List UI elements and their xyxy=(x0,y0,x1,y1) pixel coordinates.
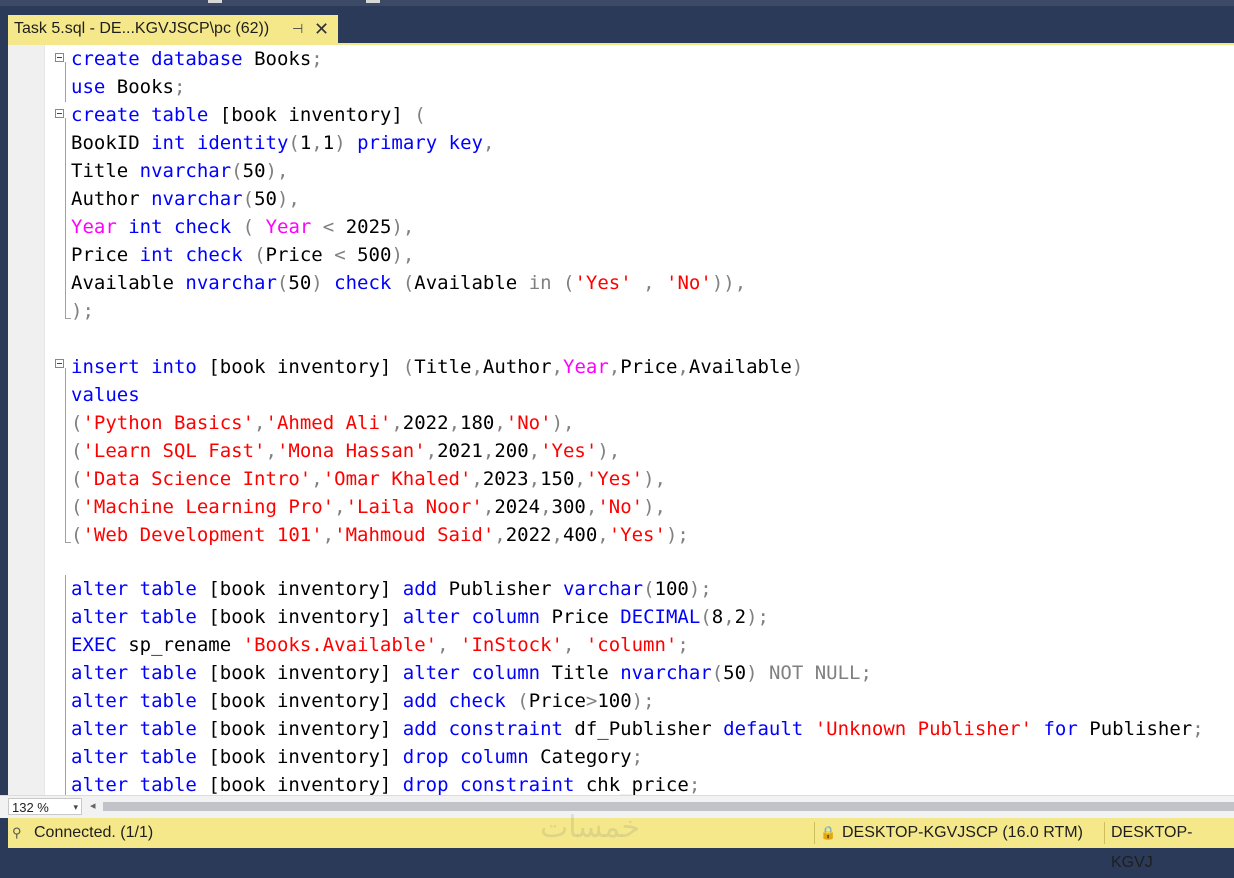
collapse-icon[interactable] xyxy=(55,53,64,62)
horizontal-scrollbar-thumb[interactable] xyxy=(103,802,1234,811)
tab-task5-sql[interactable]: Task 5.sql - DE...KGVJSCP\pc (62)) ⊣ ✕ xyxy=(8,15,338,43)
code-line: create table [book inventory] ( xyxy=(71,104,426,126)
code-line: ('Learn SQL Fast','Mona Hassan',2021,200… xyxy=(71,440,621,462)
pin-icon[interactable]: ⊣ xyxy=(292,15,303,43)
strip-mark xyxy=(208,0,222,3)
outline-line xyxy=(65,575,66,795)
code-line: ('Web Development 101','Mahmoud Said',20… xyxy=(71,524,689,546)
code-line: Price int check (Price < 500), xyxy=(71,244,415,266)
code-line: alter table [book inventory] add Publish… xyxy=(71,578,712,600)
sql-editor[interactable]: create database Books; use Books; create… xyxy=(8,45,1234,795)
outline-line xyxy=(65,62,66,102)
code-line: values xyxy=(71,384,140,406)
code-line: alter table [book inventory] alter colum… xyxy=(71,606,769,628)
code-line: BookID int identity(1,1) primary key, xyxy=(71,132,495,154)
code-line: alter table [book inventory] alter colum… xyxy=(71,662,872,684)
code-line: alter table [book inventory] drop constr… xyxy=(71,774,701,795)
scroll-left-icon[interactable]: ◂ xyxy=(90,799,96,812)
code-line: ); xyxy=(71,300,94,322)
zoom-select[interactable]: 132 % ▾ xyxy=(8,798,82,815)
window-bottom-strip xyxy=(0,848,1234,855)
code-line: ('Machine Learning Pro','Laila Noor',202… xyxy=(71,496,666,518)
code-line: Year int check ( Year < 2025), xyxy=(71,216,415,238)
code-line: alter table [book inventory] add constra… xyxy=(71,718,1204,740)
zoom-value: 132 % xyxy=(12,800,49,815)
connected-icon: ⚲ xyxy=(12,825,22,840)
editor-gutter xyxy=(8,45,45,795)
code-line: create database Books; xyxy=(71,48,323,70)
chevron-down-icon[interactable]: ▾ xyxy=(73,799,78,816)
code-line: alter table [book inventory] add check (… xyxy=(71,690,655,712)
connection-status: Connected. (1/1) xyxy=(34,824,154,841)
code-line: Title nvarchar(50), xyxy=(71,160,289,182)
lock-icon: 🔒 xyxy=(820,825,837,840)
code-text[interactable]: create database Books; use Books; create… xyxy=(71,45,1204,795)
status-separator xyxy=(1104,822,1105,844)
outline-line xyxy=(65,368,66,542)
code-line: Available nvarchar(50) check (Available … xyxy=(71,272,747,294)
code-line: insert into [book inventory] (Title,Auth… xyxy=(71,356,804,378)
code-line: EXEC sp_rename 'Books.Available', 'InSto… xyxy=(71,634,689,656)
collapse-icon[interactable] xyxy=(55,109,64,118)
code-line: alter table [book inventory] drop column… xyxy=(71,746,644,768)
watermark: خمسات xyxy=(540,810,641,845)
code-line: Author nvarchar(50), xyxy=(71,188,300,210)
code-line: use Books; xyxy=(71,76,186,98)
collapse-icon[interactable] xyxy=(55,359,64,368)
code-line: ('Python Basics','Ahmed Ali',2022,180,'N… xyxy=(71,412,575,434)
close-icon[interactable]: ✕ xyxy=(314,15,329,43)
code-line: ('Data Science Intro','Omar Khaled',2023… xyxy=(71,468,666,490)
document-tab-bar: Task 5.sql - DE...KGVJSCP\pc (62)) ⊣ ✕ xyxy=(0,6,1234,43)
tab-title: Task 5.sql - DE...KGVJSCP\pc (62)) xyxy=(14,20,270,37)
outline-line xyxy=(65,118,66,318)
server-name: DESKTOP-KGVJSCP (16.0 RTM) xyxy=(842,824,1083,841)
strip-mark xyxy=(366,0,380,3)
status-separator xyxy=(814,822,815,844)
